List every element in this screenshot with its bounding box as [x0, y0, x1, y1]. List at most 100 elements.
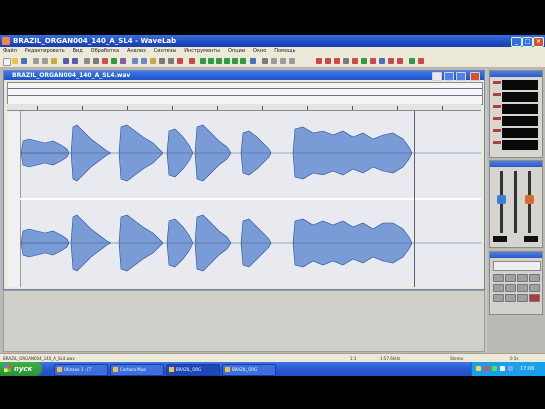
play-icon[interactable] [111, 58, 117, 64]
new-file-icon[interactable] [3, 58, 11, 66]
tool-icon[interactable] [262, 58, 268, 64]
meter-window-titlebar[interactable] [490, 71, 542, 77]
edit-icon[interactable] [150, 58, 156, 64]
menu-options[interactable]: Опции [225, 47, 248, 56]
wave-document-window: BRAZIL_ORGAN004_140_A_SL4.wav [3, 70, 485, 290]
tool-icon[interactable] [409, 58, 415, 64]
time-ruler[interactable] [7, 104, 481, 111]
play-button[interactable] [529, 274, 540, 282]
tool-icon[interactable] [334, 58, 340, 64]
taskbar-item-label: Облако 3 - [T [64, 367, 92, 372]
tray-icon[interactable] [492, 366, 497, 371]
tool-icon[interactable] [397, 58, 403, 64]
forward-button[interactable] [505, 274, 516, 282]
green-block-icon[interactable] [200, 58, 206, 64]
menu-edit[interactable]: Редактировать [22, 47, 68, 56]
menu-file[interactable]: Файл [0, 47, 20, 56]
start-button[interactable] [493, 294, 504, 302]
menu-tools[interactable]: Инструменты [181, 47, 223, 56]
tool-icon[interactable] [352, 58, 358, 64]
pause-button[interactable] [505, 284, 516, 292]
green-block-icon[interactable] [208, 58, 214, 64]
doc-close-button[interactable] [470, 72, 480, 81]
tool-icon[interactable] [379, 58, 385, 64]
tool-icon[interactable] [177, 58, 183, 64]
taskbar-item[interactable]: Облако 3 - [T [54, 364, 108, 376]
tool-icon[interactable] [418, 58, 424, 64]
menu-synth[interactable]: Синтезы [151, 47, 180, 56]
minimize-button[interactable]: _ [511, 37, 522, 47]
menu-analysis[interactable]: Анализ [124, 47, 149, 56]
zoom-icon[interactable] [84, 58, 90, 64]
left-fader-knob[interactable] [497, 195, 506, 204]
tool-icon[interactable] [325, 58, 331, 64]
close-button[interactable]: × [533, 37, 544, 47]
tool-icon[interactable] [343, 58, 349, 64]
paste-icon[interactable] [51, 58, 57, 64]
rewind-button[interactable] [493, 274, 504, 282]
green-block-icon[interactable] [232, 58, 238, 64]
tool-icon[interactable] [189, 58, 195, 64]
document-title-bar[interactable]: BRAZIL_ORGAN004_140_A_SL4.wav [4, 71, 484, 81]
stop-button[interactable] [493, 284, 504, 292]
playback-cursor[interactable] [414, 111, 415, 287]
doc-record-button[interactable] [432, 72, 442, 81]
open-folder-icon[interactable] [12, 58, 18, 64]
taskbar-item[interactable]: BRAZIL_ORG [166, 364, 220, 376]
meter-window [489, 70, 543, 158]
cut-icon[interactable] [33, 58, 39, 64]
view-icon[interactable] [132, 58, 138, 64]
menu-process[interactable]: Обработка [88, 47, 122, 56]
pencil-icon[interactable] [159, 58, 165, 64]
loop-icon[interactable] [120, 58, 126, 64]
green-block-icon[interactable] [240, 58, 246, 64]
tool-icon[interactable] [289, 58, 295, 64]
doc-minimize-button[interactable] [444, 72, 454, 81]
next-button[interactable] [529, 284, 540, 292]
tray-icon[interactable] [476, 366, 481, 371]
undo-icon[interactable] [63, 58, 69, 64]
save-icon[interactable] [21, 58, 27, 64]
marker-icon[interactable] [102, 58, 108, 64]
meter-label [493, 129, 501, 132]
tool-icon[interactable] [370, 58, 376, 64]
view-icon[interactable] [141, 58, 147, 64]
app-icon [113, 367, 118, 372]
marker-button[interactable] [517, 294, 528, 302]
tool-icon[interactable] [280, 58, 286, 64]
record-button[interactable] [529, 294, 540, 302]
prev-button[interactable] [517, 284, 528, 292]
end-button[interactable] [505, 294, 516, 302]
tool-icon[interactable] [361, 58, 367, 64]
pencil-icon[interactable] [168, 58, 174, 64]
start-button[interactable]: пуск [0, 362, 42, 376]
select-icon[interactable] [93, 58, 99, 64]
tool-icon[interactable] [271, 58, 277, 64]
redo-icon[interactable] [72, 58, 78, 64]
overview-display[interactable] [7, 82, 483, 105]
waveform-view[interactable] [7, 111, 481, 287]
windows-logo-icon [4, 365, 11, 372]
loop-button[interactable] [517, 274, 528, 282]
tool-icon[interactable] [316, 58, 322, 64]
marker-icon[interactable] [250, 58, 256, 64]
maximize-button[interactable]: □ [522, 37, 533, 47]
green-block-icon[interactable] [216, 58, 222, 64]
tray-icon[interactable] [500, 366, 505, 371]
master-section-titlebar[interactable] [490, 161, 542, 167]
menu-help[interactable]: Помощь [271, 47, 298, 56]
tool-icon[interactable] [388, 58, 394, 64]
transport-titlebar[interactable] [490, 252, 542, 258]
tray-icon[interactable] [508, 366, 513, 371]
meter-label [493, 117, 501, 120]
copy-icon[interactable] [42, 58, 48, 64]
menu-view[interactable]: Вид [70, 47, 86, 56]
taskbar-item[interactable]: BRAZIL_ORG [222, 364, 276, 376]
menu-window[interactable]: Окно [250, 47, 269, 56]
app-title-bar[interactable]: BRAZIL_ORGAN004_140_A_SL4 - WaveLab _ □ … [0, 35, 545, 47]
doc-maximize-button[interactable] [456, 72, 466, 81]
green-block-icon[interactable] [224, 58, 230, 64]
tray-icon[interactable] [484, 366, 489, 371]
right-fader-knob[interactable] [525, 195, 534, 204]
taskbar-item[interactable]: Cortana Musi [110, 364, 164, 376]
